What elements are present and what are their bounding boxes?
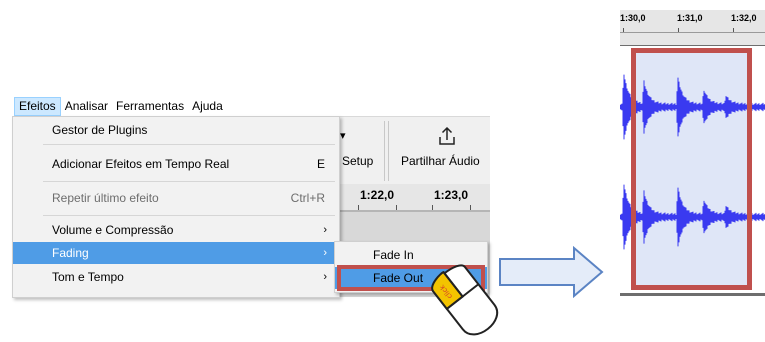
- ruler-label: 1:32,0: [731, 13, 757, 23]
- toolbar-separator: [388, 121, 389, 181]
- timeline-tick: [432, 205, 433, 210]
- menu-item-label: Tom e Tempo: [52, 270, 124, 284]
- waveform-ruler[interactable]: 1:30,0 1:31,0 1:32,0: [620, 10, 765, 33]
- timeline-label: 1:22,0: [360, 188, 395, 202]
- menu-item-repetir-efeito[interactable]: Repetir último efeito Ctrl+R: [13, 187, 339, 209]
- efeitos-dropdown-menu: Gestor de Plugins Adicionar Efeitos em T…: [12, 116, 340, 298]
- menu-item-label: Fading: [52, 246, 89, 260]
- menu-separator: [43, 144, 335, 145]
- timeline-tick: [396, 205, 397, 210]
- chevron-right-icon: ›: [323, 271, 327, 283]
- menu-item-label: Repetir último efeito: [52, 191, 159, 205]
- menu-separator: [43, 181, 335, 182]
- track-bottom-border: [620, 293, 765, 296]
- menu-item-gestor-plugins[interactable]: Gestor de Plugins: [13, 119, 339, 141]
- share-icon[interactable]: [436, 125, 458, 147]
- menu-separator: [43, 215, 335, 216]
- waveform-panel: 1:30,0 1:31,0 1:32,0: [620, 0, 765, 296]
- timeline-tick: [358, 205, 359, 210]
- menu-item-adicionar-efeitos[interactable]: Adicionar Efeitos em Tempo Real E: [13, 153, 339, 175]
- timeline-tick: [470, 205, 471, 210]
- chevron-right-icon: ›: [323, 247, 327, 259]
- ruler-label: 1:31,0: [677, 13, 703, 23]
- menu-efeitos[interactable]: Efeitos: [14, 97, 61, 116]
- menu-item-fading[interactable]: Fading ›: [13, 242, 339, 264]
- menu-ferramentas[interactable]: Ferramentas: [112, 97, 188, 116]
- waveform-gap: [620, 33, 765, 45]
- menu-item-shortcut: E: [316, 157, 325, 171]
- setup-button[interactable]: Setup: [342, 154, 373, 168]
- menu-bar: Efeitos Analisar Ferramentas Ajuda: [14, 97, 227, 116]
- submenu-item-label: Fade In: [373, 248, 414, 262]
- chevron-down-icon[interactable]: ▾: [340, 129, 346, 142]
- share-audio-button[interactable]: Partilhar Áudio: [401, 154, 480, 168]
- toolbar-separator: [384, 121, 385, 181]
- selection-highlight-box: [631, 48, 752, 290]
- menu-item-volume-compressao[interactable]: Volume e Compressão ›: [13, 219, 339, 241]
- ruler-tick: [733, 28, 734, 32]
- menu-analisar[interactable]: Analisar: [61, 97, 112, 116]
- menu-item-tom-tempo[interactable]: Tom e Tempo ›: [13, 266, 339, 288]
- menu-item-label: Adicionar Efeitos em Tempo Real: [52, 157, 230, 171]
- menu-item-shortcut: Ctrl+R: [290, 191, 325, 205]
- right-arrow-icon: [499, 246, 604, 298]
- menu-item-label: Volume e Compressão: [52, 223, 174, 237]
- ruler-label: 1:30,0: [620, 13, 646, 23]
- menu-ajuda[interactable]: Ajuda: [188, 97, 227, 116]
- timeline-label: 1:23,0: [434, 188, 469, 202]
- ruler-tick: [623, 28, 624, 32]
- ruler-tick: [678, 28, 679, 32]
- chevron-right-icon: ›: [323, 224, 327, 236]
- menu-item-label: Gestor de Plugins: [52, 123, 148, 137]
